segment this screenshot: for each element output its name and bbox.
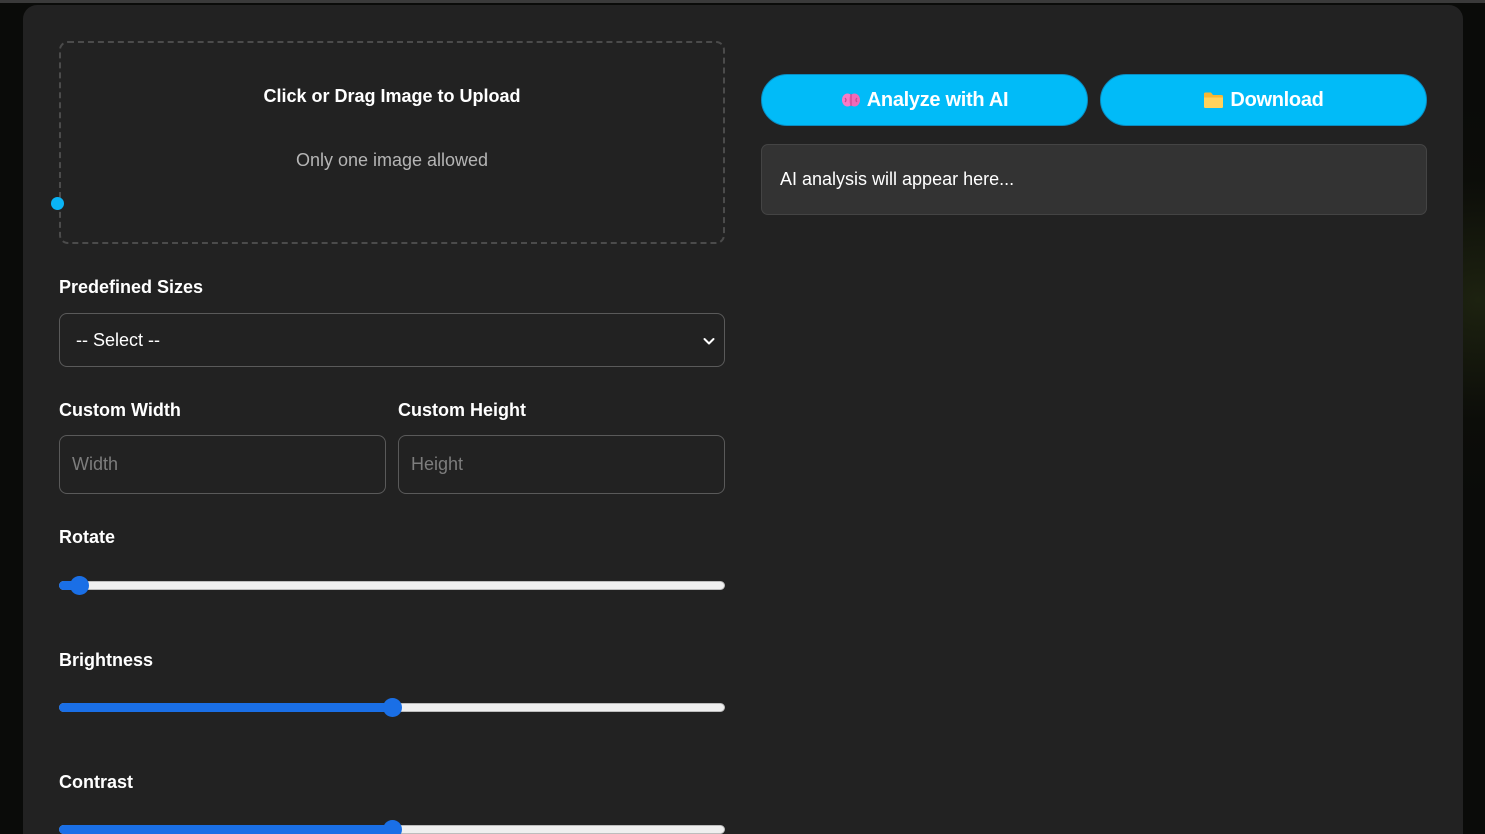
- predefined-sizes-label: Predefined Sizes: [59, 277, 204, 297]
- top-divider: [0, 0, 1485, 3]
- select-value: -- Select --: [76, 329, 161, 350]
- brain-icon: [841, 93, 860, 107]
- brightness-label: Brightness: [59, 650, 154, 670]
- slider-thumb[interactable]: [69, 576, 89, 595]
- settings-column: Click or Drag Image to Upload Only one i…: [51, 41, 725, 834]
- slider-thumb[interactable]: [383, 698, 402, 717]
- download-button-label: Download: [1230, 88, 1324, 111]
- analyze-with-ai-button[interactable]: Analyze with AI: [761, 74, 1088, 126]
- rotate-slider[interactable]: [59, 574, 725, 596]
- analyze-button-label: Analyze with AI: [866, 88, 1009, 111]
- custom-width-label: Custom Width: [59, 400, 181, 420]
- predefined-sizes-select[interactable]: -- Select --: [59, 313, 725, 367]
- upload-title: Click or Drag Image to Upload: [263, 86, 521, 106]
- slider-fill: [59, 703, 392, 712]
- slider-fill: [59, 825, 392, 834]
- contrast-label: Contrast: [59, 772, 134, 792]
- rotate-label: Rotate: [59, 527, 116, 547]
- folder-icon: [1204, 92, 1224, 108]
- download-button[interactable]: Download: [1100, 74, 1427, 126]
- chevron-down-icon: [703, 338, 715, 345]
- upload-dropzone[interactable]: Click or Drag Image to Upload Only one i…: [51, 41, 725, 244]
- custom-width-input[interactable]: [59, 435, 386, 494]
- upload-subtitle: Only one image allowed: [295, 150, 489, 170]
- page: Click or Drag Image to Upload Only one i…: [0, 0, 1485, 834]
- upload-indicator-dot: [51, 197, 64, 210]
- slider-track: [59, 581, 725, 590]
- editor-panel: Click or Drag Image to Upload Only one i…: [23, 5, 1463, 834]
- custom-height-label: Custom Height: [398, 400, 526, 420]
- slider-thumb[interactable]: [383, 820, 402, 834]
- contrast-slider[interactable]: [59, 818, 725, 834]
- custom-height-input[interactable]: [398, 435, 725, 494]
- ai-analysis-output: AI analysis will appear here...: [761, 144, 1427, 215]
- ai-analysis-text: AI analysis will appear here...: [780, 169, 1015, 189]
- brightness-slider[interactable]: [59, 696, 725, 718]
